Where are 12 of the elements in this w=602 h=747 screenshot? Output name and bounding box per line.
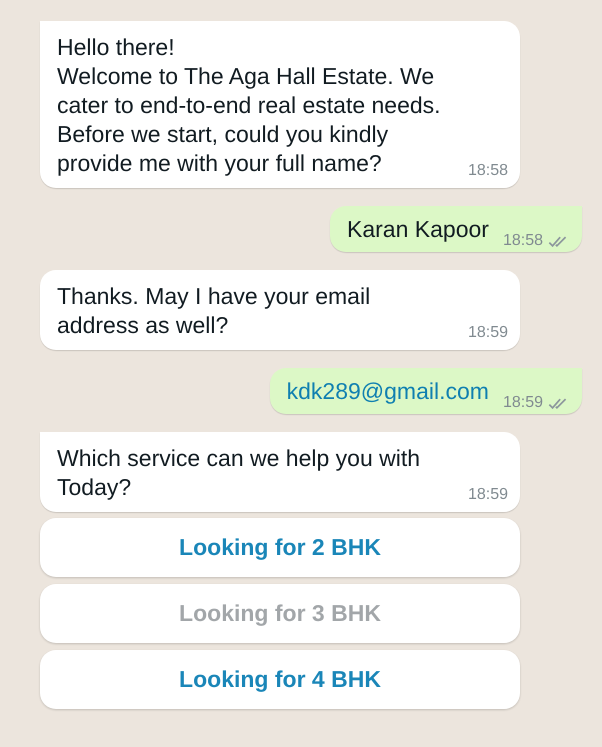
message-text: Which service can we help you with Today? (57, 444, 420, 502)
message-time: 18:59 (468, 486, 508, 504)
message-text: Hello there! Welcome to The Aga Hall Estate. We cater to end-to-end real estate needs. Before we start, could you kindly provide me with your full name? (57, 33, 441, 178)
message-time: 18:58 (502, 232, 543, 250)
message-text: Thanks. May I have your email address as well? (57, 282, 370, 340)
message-time: 18:59 (468, 324, 508, 342)
message-time: 18:58 (468, 162, 508, 180)
quick-reply-button[interactable]: Looking for 2 BHK (40, 518, 520, 577)
message-text: Karan Kapoor (347, 215, 489, 244)
email-link[interactable]: kdk289@gmail.com (286, 377, 489, 406)
message-time: 18:59 (502, 394, 543, 412)
quick-reply-button[interactable]: Looking for 4 BHK (40, 650, 520, 709)
